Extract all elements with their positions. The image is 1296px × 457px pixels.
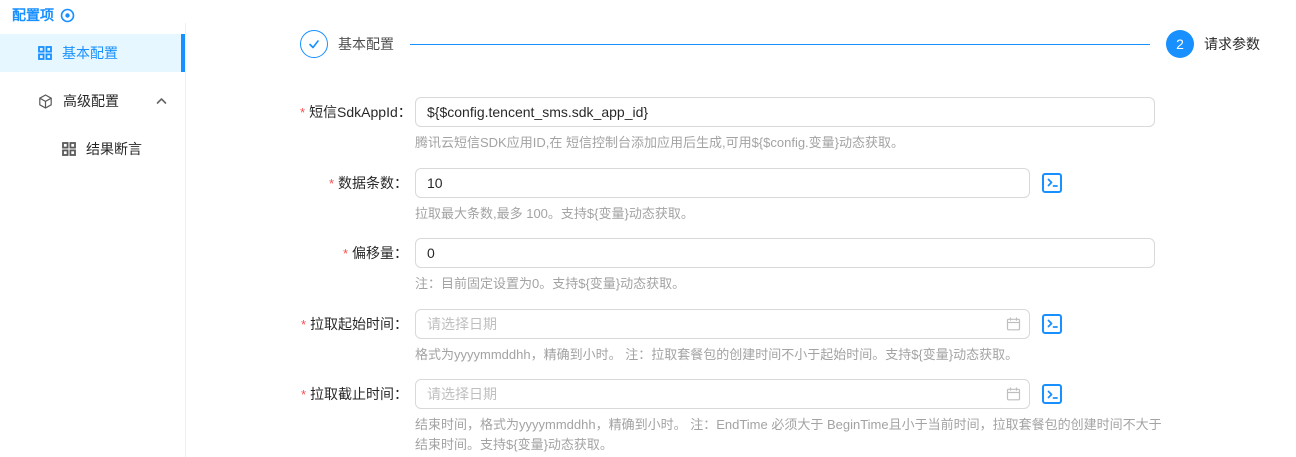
field-help-text: 腾讯云短信SDK应用ID,在 短信控制台添加应用后生成,可用${$config.… xyxy=(415,133,1155,153)
sidebar-item-label: 基本配置 xyxy=(62,43,118,63)
sidebar-item-advanced-config[interactable]: 高级配置 xyxy=(0,82,185,120)
caret-up-icon[interactable] xyxy=(156,97,167,105)
field-label-text: 拉取起始时间： xyxy=(310,316,408,332)
field-help-text: 格式为yyyymmddhh，精确到小时。 注：拉取套餐包的创建时间不小于起始时间… xyxy=(415,345,1062,365)
sidebar-item-result-assertion[interactable]: 结果断言 xyxy=(0,130,185,168)
config-sidebar: 配置项 基本配置高级配置结果断言 xyxy=(0,0,185,457)
input-line xyxy=(415,379,1165,409)
field-label: * 拉取起始时间： xyxy=(300,309,408,340)
step-label: 请求参数 xyxy=(1204,34,1260,54)
form-row-pull-end-time: * 拉取截止时间： 结束时间，格式为yyyymmddhh，精确到小时。 注：EndT… xyxy=(300,379,1260,454)
step-connector-line xyxy=(410,44,1150,45)
form-row-data-count: * 数据条数： 拉取最大条数,最多 100。支持${变量}动态获取。 xyxy=(300,168,1260,224)
main-content: 基本配置 2 请求参数 *短信SdkAppId：腾讯云短信SDK应用ID,在 短… xyxy=(186,0,1296,457)
sidebar-menu: 基本配置高级配置结果断言 xyxy=(0,34,185,168)
step-basic-config[interactable]: 基本配置 xyxy=(300,30,394,58)
input-wrap xyxy=(415,238,1155,268)
field-column: 拉取最大条数,最多 100。支持${变量}动态获取。 xyxy=(415,168,1062,224)
input-wrap xyxy=(415,168,1030,198)
field-column: 注：目前固定设置为0。支持${变量}动态获取。 xyxy=(415,238,1155,294)
cube-icon xyxy=(38,94,53,109)
sidebar-item-label: 高级配置 xyxy=(63,91,119,111)
data-count-input[interactable] xyxy=(415,168,1030,198)
required-marker: * xyxy=(329,176,334,191)
pull-end-time-date-input[interactable] xyxy=(415,379,1030,409)
check-icon xyxy=(300,30,328,58)
field-label: *短信SdkAppId： xyxy=(300,97,408,128)
step-label: 基本配置 xyxy=(338,34,394,54)
terminal-icon xyxy=(1046,176,1059,189)
sidebar-item-label: 结果断言 xyxy=(86,139,142,159)
field-label: * 数据条数： xyxy=(300,168,408,199)
step-number-badge: 2 xyxy=(1166,30,1194,58)
terminal-script-button[interactable] xyxy=(1042,173,1062,193)
stepper: 基本配置 2 请求参数 xyxy=(300,30,1260,58)
form-row-sms-sdk-app-id: *短信SdkAppId：腾讯云短信SDK应用ID,在 短信控制台添加应用后生成,… xyxy=(300,97,1260,153)
sidebar-item-basic-config[interactable]: 基本配置 xyxy=(0,34,185,72)
sidebar-title: 配置项 xyxy=(12,5,54,25)
input-line xyxy=(415,97,1155,127)
field-help-text: 拉取最大条数,最多 100。支持${变量}动态获取。 xyxy=(415,204,1062,224)
input-line xyxy=(415,309,1062,339)
field-column: 格式为yyyymmddhh，精确到小时。 注：拉取套餐包的创建时间不小于起始时间… xyxy=(415,309,1062,365)
field-help-text: 注：目前固定设置为0。支持${变量}动态获取。 xyxy=(415,274,1155,294)
input-line xyxy=(415,238,1155,268)
terminal-script-button[interactable] xyxy=(1042,314,1062,334)
offset-input[interactable] xyxy=(415,238,1155,268)
form-row-pull-start-time: * 拉取起始时间： 格式为yyyymmddhh，精确到小时。 注：拉取套餐包的创建时… xyxy=(300,309,1260,365)
required-marker: * xyxy=(343,246,348,261)
terminal-icon xyxy=(1046,388,1059,401)
field-column: 结束时间，格式为yyyymmddhh，精确到小时。 注：EndTime 必须大于… xyxy=(415,379,1165,454)
request-params-form: *短信SdkAppId：腾讯云短信SDK应用ID,在 短信控制台添加应用后生成,… xyxy=(300,97,1260,454)
terminal-script-button[interactable] xyxy=(1042,384,1062,404)
required-marker: * xyxy=(300,105,305,120)
step-request-params[interactable]: 2 请求参数 xyxy=(1166,30,1260,58)
app-window: 配置项 基本配置高级配置结果断言 基本配置 2 请求参数 *短信SdkAppId… xyxy=(0,0,1296,457)
input-wrap xyxy=(415,309,1030,339)
field-label-text: 拉取截止时间： xyxy=(310,386,408,402)
appstore-icon xyxy=(38,46,52,60)
input-wrap xyxy=(415,379,1030,409)
sidebar-title-row: 配置项 xyxy=(0,0,185,24)
form-row-offset: * 偏移量： 注：目前固定设置为0。支持${变量}动态获取。 xyxy=(300,238,1260,294)
field-label: * 拉取截止时间： xyxy=(300,379,408,410)
appstore-icon xyxy=(62,142,76,156)
required-marker: * xyxy=(301,317,306,332)
field-help-text: 结束时间，格式为yyyymmddhh，精确到小时。 注：EndTime 必须大于… xyxy=(415,415,1165,454)
input-line xyxy=(415,168,1062,198)
field-label-text: 偏移量： xyxy=(352,245,408,261)
field-column: 腾讯云短信SDK应用ID,在 短信控制台添加应用后生成,可用${$config.… xyxy=(415,97,1155,153)
field-label: * 偏移量： xyxy=(300,238,408,269)
input-wrap xyxy=(415,97,1155,127)
field-label-text: 数据条数： xyxy=(338,175,408,191)
required-marker: * xyxy=(301,387,306,402)
terminal-icon xyxy=(1046,317,1059,330)
sms-sdk-app-id-input[interactable] xyxy=(415,97,1155,127)
pull-start-time-date-input[interactable] xyxy=(415,309,1030,339)
field-label-text: 短信SdkAppId： xyxy=(309,104,412,120)
aim-icon xyxy=(60,8,75,23)
